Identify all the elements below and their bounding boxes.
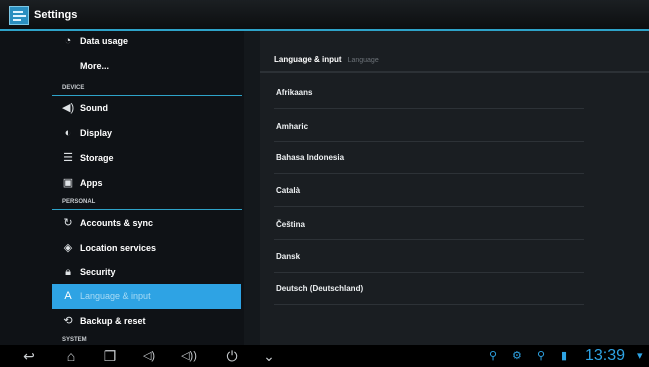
- wifi-icon: ▾: [637, 350, 643, 362]
- lock-icon: 🔒︎: [65, 266, 71, 278]
- speaker-icon: ◀): [62, 102, 75, 114]
- sidebar-item-data-usage[interactable]: Data usage: [80, 36, 128, 46]
- header-divider: [260, 71, 649, 73]
- app-title: Settings: [34, 9, 78, 21]
- page-subtitle: Language: [347, 57, 379, 64]
- language-item[interactable]: Čeština: [276, 220, 305, 229]
- section-header-device: DEVICE: [62, 85, 85, 91]
- sidebar-item-backup-reset[interactable]: Backup & reset: [80, 316, 146, 326]
- recent-apps-icon[interactable]: ❐: [97, 345, 123, 367]
- language-item[interactable]: Bahasa Indonesia: [276, 153, 344, 162]
- volume-up-icon[interactable]: ◁)): [176, 345, 202, 367]
- display-icon: ◐: [64, 127, 72, 139]
- list-divider: [274, 239, 584, 240]
- language-item[interactable]: Deutsch (Deutschland): [276, 284, 363, 293]
- settings-list[interactable]: ◔ Data usage More... DEVICE ◀) Sound ◐ D…: [0, 31, 244, 345]
- home-icon[interactable]: ⌂: [58, 345, 84, 367]
- language-item[interactable]: Dansk: [276, 252, 300, 261]
- android-debug-icon: ⚙: [512, 350, 522, 362]
- sd-card-icon: ▮: [561, 350, 568, 362]
- backup-icon: ⟲: [63, 315, 73, 327]
- storage-icon: ☰: [63, 152, 73, 164]
- usb-icon: ⚲: [537, 350, 546, 362]
- list-divider: [274, 173, 584, 174]
- detail-pane: Language & input Language Afrikaans Amhar…: [244, 31, 649, 345]
- sidebar-item-storage[interactable]: Storage: [80, 153, 114, 163]
- chevron-down-icon[interactable]: ⌄: [256, 345, 282, 367]
- language-list-panel: [260, 31, 649, 345]
- keyboard-icon: A: [64, 290, 72, 302]
- sync-icon: ↻: [63, 217, 73, 229]
- volume-down-icon[interactable]: ◁): [136, 345, 162, 367]
- sidebar-item-accounts-sync[interactable]: Accounts & sync: [80, 218, 153, 228]
- list-divider: [274, 141, 584, 142]
- sidebar-item-display[interactable]: Display: [80, 128, 112, 138]
- power-icon[interactable]: ⏻: [219, 345, 245, 367]
- back-icon[interactable]: ↩: [16, 345, 42, 367]
- list-divider: [274, 304, 584, 305]
- sidebar-item-sound[interactable]: Sound: [80, 103, 108, 113]
- page-title-text: Language & input: [274, 55, 342, 64]
- section-header-system: SYSTEM: [62, 337, 87, 343]
- usb-icon: ⚲: [489, 350, 498, 362]
- system-bar: ↩ ⌂ ❐ ◁) ◁)) ⏻ ⌄ ⚲ ⚙ ⚲ ▮ 13:39 ▾: [0, 345, 649, 367]
- sidebar-item-security[interactable]: Security: [80, 267, 116, 277]
- section-divider: [52, 209, 242, 210]
- list-divider: [274, 206, 584, 207]
- location-icon: ◈: [63, 242, 73, 254]
- language-item[interactable]: Català: [276, 186, 300, 195]
- sidebar-item-language-input-label: Language & input: [80, 291, 151, 301]
- sidebar-item-location-services[interactable]: Location services: [80, 243, 156, 253]
- list-divider: [274, 108, 584, 109]
- data-usage-icon: ◔: [64, 35, 72, 47]
- sidebar-item-apps[interactable]: Apps: [80, 178, 103, 188]
- page-title: Language & input Language: [274, 55, 379, 64]
- language-item[interactable]: Amharic: [276, 122, 308, 131]
- section-header-personal: PERSONAL: [62, 199, 96, 205]
- settings-icon[interactable]: [9, 6, 29, 25]
- apps-icon: ▣: [62, 177, 74, 189]
- action-bar: Settings: [0, 0, 649, 31]
- list-divider: [274, 272, 584, 273]
- sidebar-item-more[interactable]: More...: [80, 61, 109, 71]
- clock: 13:39: [585, 347, 626, 364]
- section-divider: [52, 95, 242, 96]
- language-item[interactable]: Afrikaans: [276, 88, 312, 97]
